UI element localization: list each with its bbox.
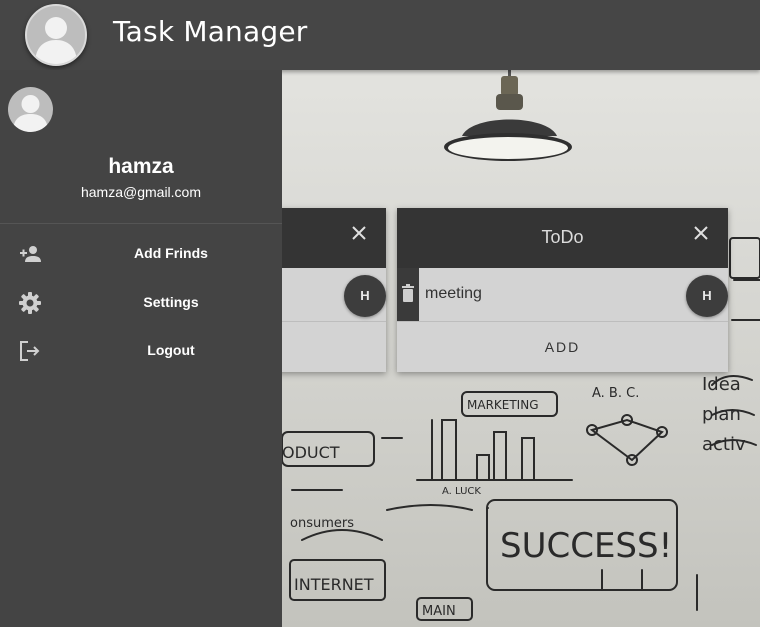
svg-text:A. LUCK: A. LUCK xyxy=(442,486,481,497)
svg-text:Idea: Idea xyxy=(702,374,741,395)
navigation-drawer: hamza hamza@gmail.com Add Frinds Setting… xyxy=(0,70,282,627)
user-name: hamza xyxy=(108,155,174,178)
user-avatar-icon[interactable] xyxy=(8,87,53,132)
gear-icon xyxy=(19,292,41,314)
svg-text:ODUCT: ODUCT xyxy=(282,443,340,462)
logout-icon xyxy=(20,341,40,361)
divider xyxy=(0,223,282,224)
user-email: hamza@gmail.com xyxy=(80,184,202,200)
svg-text:MARKETING: MARKETING xyxy=(467,398,539,412)
menu-label: Add Frinds xyxy=(134,245,208,261)
close-icon[interactable] xyxy=(692,224,710,242)
svg-text:A. B. C.: A. B. C. xyxy=(592,386,639,401)
menu-item-settings[interactable]: Settings xyxy=(0,281,282,325)
task-text[interactable]: meeting xyxy=(425,285,482,303)
app-title: Task Manager xyxy=(113,15,308,48)
menu-item-logout[interactable]: Logout xyxy=(0,329,282,373)
svg-text:plan: plan xyxy=(702,404,741,425)
assignee-avatar[interactable]: H xyxy=(686,275,728,317)
board-card-todo: ToDo meeting H ADD xyxy=(397,208,728,372)
svg-text:SUCCESS!: SUCCESS! xyxy=(500,526,672,566)
svg-text:MAIN: MAIN xyxy=(422,604,456,619)
delete-task-button[interactable] xyxy=(397,268,419,321)
task-item: meeting H xyxy=(397,268,728,322)
menu-item-add-friends[interactable]: Add Frinds xyxy=(0,232,282,276)
board-header: ToDo xyxy=(397,208,728,268)
assignee-avatar[interactable]: H xyxy=(344,275,386,317)
menu-label: Logout xyxy=(147,342,195,358)
svg-text:INTERNET: INTERNET xyxy=(294,575,374,594)
person-add-icon xyxy=(20,246,41,262)
menu-label: Settings xyxy=(143,294,199,310)
app-bar: Task Manager xyxy=(0,0,760,70)
trash-icon xyxy=(402,284,414,302)
svg-text:onsumers: onsumers xyxy=(290,516,354,531)
user-avatar-icon[interactable] xyxy=(25,4,87,66)
svg-text:activ: activ xyxy=(702,434,746,455)
close-icon[interactable] xyxy=(350,224,368,242)
add-task-button[interactable]: ADD xyxy=(397,322,728,372)
board-title: ToDo xyxy=(541,227,584,247)
